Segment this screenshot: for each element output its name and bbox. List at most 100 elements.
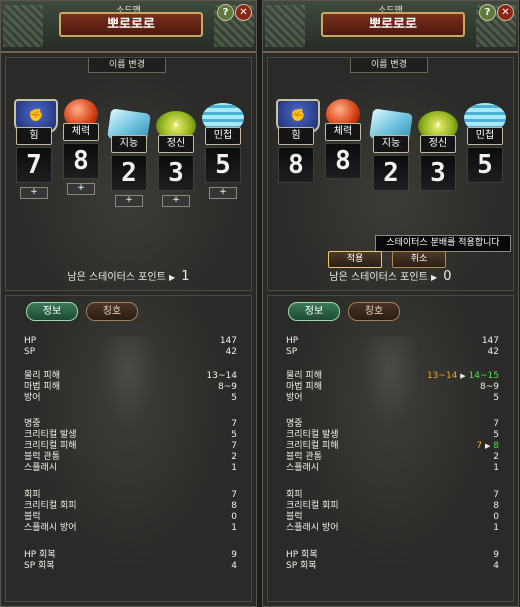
arrow-icon: ▶ <box>430 273 438 282</box>
stat-row-crit: 크리티컬 발생 5 <box>24 430 237 441</box>
tab-info[interactable]: 정보 <box>288 302 340 321</box>
stat-row-hpregen: HP 회복 9 <box>24 550 237 561</box>
phys-value: 13~14 ▶ 14~15 <box>427 371 499 382</box>
hp-value: 147 <box>481 336 499 346</box>
splash-label: 스플래시 <box>24 463 58 473</box>
acc-label: 명중 <box>286 419 303 429</box>
help-button[interactable]: ? <box>479 4 496 21</box>
hpregen-label: HP 회복 <box>24 550 56 560</box>
stat-label-health: 체력 <box>325 123 361 141</box>
window-header[interactable]: 소드맨 뽀로로로 ? ✕ <box>263 1 518 53</box>
stat-row-sp: SP 42 <box>286 347 499 358</box>
tab-title[interactable]: 칭호 <box>348 302 400 321</box>
hp-value: 147 <box>219 336 237 346</box>
acc-label: 명중 <box>24 419 41 429</box>
criteva-label: 크리티컬 회피 <box>286 501 339 511</box>
stat-row-criteva: 크리티컬 회피 8 <box>24 501 237 512</box>
splashdef-value: 1 <box>231 523 237 533</box>
stat-health: 체력 8 + <box>59 99 103 209</box>
stat-row-phys: 물리 피해 13~14 ▶ 14~15 <box>286 371 499 382</box>
sp-label: SP <box>24 347 36 357</box>
stat-power: ✊ 힘 8 <box>274 99 320 209</box>
stat-row-blockpen: 블럭 관통 2 <box>24 452 237 463</box>
blockpen-label: 블럭 관통 <box>286 452 322 462</box>
eva-value: 7 <box>493 490 499 500</box>
close-button[interactable]: ✕ <box>497 4 514 21</box>
crit-value: 5 <box>493 430 499 440</box>
hpregen-label: HP 회복 <box>286 550 318 560</box>
stat-row-splashdef: 스플래시 방어 1 <box>286 523 499 534</box>
eva-label: 회피 <box>24 490 41 500</box>
magic-label: 마법 피해 <box>286 382 322 392</box>
magic-label: 마법 피해 <box>24 382 60 392</box>
remaining-points-value: 0 <box>443 269 452 284</box>
rename-button[interactable]: 이름 변경 <box>350 58 428 73</box>
stat-row-crit: 크리티컬 발생 5 <box>286 430 499 441</box>
info-section: 정보 칭호 HP 147 SP 42 물리 피해 13~14 ▶ 14~15 마법 피… <box>267 295 514 602</box>
stat-row-eva: 회피 7 <box>286 490 499 501</box>
tab-info[interactable]: 정보 <box>26 302 78 321</box>
phys-value: 13~14 <box>206 371 237 381</box>
stat-value-spirit: 3 <box>158 155 194 191</box>
arrow-icon: ▶ <box>485 442 491 450</box>
stat-power: ✊ 힘 7 + <box>12 99 58 209</box>
stat-label-agility: 민첩 <box>467 127 503 145</box>
blockpen-value: 2 <box>231 452 237 462</box>
stat-value-power: 8 <box>278 147 314 183</box>
close-button[interactable]: ✕ <box>235 4 252 21</box>
stat-row-spregen: SP 회복 4 <box>286 561 499 572</box>
block-value: 0 <box>493 512 499 522</box>
splash-label: 스플래시 <box>286 463 320 473</box>
stat-row-magic: 마법 피해 8~9 <box>286 382 499 393</box>
stat-label-power: 힘 <box>278 127 314 145</box>
block-label: 블럭 <box>286 512 303 522</box>
cancel-button[interactable]: 취소 <box>392 251 446 268</box>
help-button[interactable]: ? <box>217 4 234 21</box>
increase-spirit-button[interactable]: + <box>162 195 190 207</box>
window-header[interactable]: 소드맨 뽀로로로 ? ✕ <box>1 1 256 53</box>
stat-value-agility: 5 <box>467 147 503 183</box>
spregen-label: SP 회복 <box>24 561 55 571</box>
hpregen-value: 9 <box>231 550 237 560</box>
stat-row-eva: 회피 7 <box>24 490 237 501</box>
stat-intelligence: 지능 2 <box>369 108 413 221</box>
phys-new-value: 14~15 <box>468 371 499 381</box>
eva-value: 7 <box>231 490 237 500</box>
stat-row-phys: 물리 피해 13~14 <box>24 371 237 382</box>
stat-row-hpregen: HP 회복 9 <box>286 550 499 561</box>
character-name: 뽀로로로 <box>321 12 465 37</box>
def-value: 5 <box>493 393 499 403</box>
character-name: 뽀로로로 <box>59 12 203 37</box>
increase-agility-button[interactable]: + <box>209 187 237 199</box>
critdmg-value: 7 ▶ 8 <box>476 441 499 452</box>
increase-intelligence-button[interactable]: + <box>115 195 143 207</box>
spregen-label: SP 회복 <box>286 561 317 571</box>
status-section: 이름 변경 ✊ 힘 7 + 체력 8 + 지능 2 + ⚡ 정신 3 + 민첩 <box>5 57 252 291</box>
arrow-icon: ▶ <box>168 273 176 282</box>
stat-row-critdmg: 크리티컬 피해 7 <box>24 441 237 452</box>
apply-button[interactable]: 적용 <box>328 251 382 268</box>
critdmg-label: 크리티컬 피해 <box>286 441 339 451</box>
rename-button[interactable]: 이름 변경 <box>88 58 166 73</box>
remaining-points-label: 남은 스테이터스 포인트 <box>67 272 166 283</box>
phys-label: 물리 피해 <box>24 371 60 381</box>
phys-label: 물리 피해 <box>286 371 322 381</box>
def-value: 5 <box>231 393 237 403</box>
info-section: 정보 칭호 HP 147 SP 42 물리 피해 13~14 마법 피해 8~9 방어 5… <box>5 295 252 602</box>
stat-row-acc: 명중 7 <box>24 419 237 430</box>
stat-row-blockpen: 블럭 관통 2 <box>286 452 499 463</box>
increase-power-button[interactable]: + <box>20 187 48 199</box>
stat-label-spirit: 정신 <box>420 135 456 153</box>
acc-value: 7 <box>493 419 499 429</box>
stat-row-splash: 스플래시 1 <box>24 463 237 474</box>
status-window-before: 소드맨 뽀로로로 ? ✕ 이름 변경 ✊ 힘 7 + 체력 8 + 지능 2 +… <box>0 0 257 607</box>
increase-health-button[interactable]: + <box>67 183 95 195</box>
remaining-points-value: 1 <box>181 269 190 284</box>
stat-row-spregen: SP 회복 4 <box>24 561 237 572</box>
stat-value-intelligence: 2 <box>373 155 409 191</box>
blockpen-value: 2 <box>493 452 499 462</box>
remaining-points: 남은 스테이터스 포인트 ▶ 0 <box>268 268 513 284</box>
tab-title[interactable]: 칭호 <box>86 302 138 321</box>
stat-spirit: ⚡ 정신 3 + <box>154 111 198 221</box>
stat-label-spirit: 정신 <box>158 135 194 153</box>
